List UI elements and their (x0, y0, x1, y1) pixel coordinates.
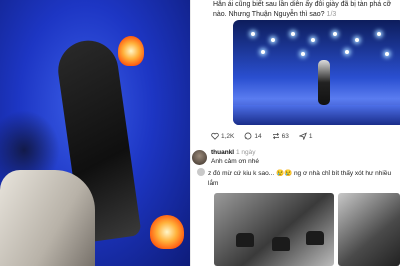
column-divider (190, 0, 191, 266)
stage-floor (233, 105, 400, 125)
post-video[interactable] (233, 20, 400, 125)
stage-light (377, 32, 381, 36)
boot-flame-top (118, 36, 144, 66)
share-button[interactable]: 1 (298, 132, 313, 140)
stage-light (271, 38, 275, 42)
stage-light (301, 52, 305, 56)
post-counter: 1/3 (326, 11, 337, 18)
reply-avatar[interactable] (197, 168, 205, 176)
threads-feed: Hắn ái cũng biết sau lần diễn ấy đôi già… (190, 0, 400, 266)
stage-light (345, 50, 349, 54)
boot-shape (236, 233, 254, 247)
comment-text: Anh cảm ơn nhé (211, 158, 259, 165)
share-icon (298, 132, 307, 140)
performer-body (0, 170, 95, 266)
stage-light (251, 32, 255, 36)
stage-light (261, 50, 265, 54)
comment-header: thuankl 1 ngày (211, 149, 255, 156)
reply-photo-shoes[interactable] (214, 193, 334, 266)
repost-count: 63 (281, 132, 289, 140)
avatar[interactable] (192, 150, 207, 165)
post-caption: Hắn ái cũng biết sau lần diễn ấy đôi già… (213, 0, 400, 20)
stage-light (355, 38, 359, 42)
like-button[interactable]: 1,2K (211, 132, 234, 140)
reply-photo-backstage[interactable] (338, 193, 400, 266)
stage-light (333, 32, 337, 36)
heart-icon (211, 132, 219, 140)
stage-light (311, 38, 315, 42)
comment-icon (244, 132, 252, 140)
post-actions: 1,2K 14 63 1 (211, 130, 312, 142)
like-count: 1,2K (221, 132, 235, 140)
video-performer (318, 60, 330, 105)
comment-time: 1 ngày (235, 149, 256, 156)
performer-photo (0, 0, 190, 266)
stage-light (291, 32, 295, 36)
stage-light (385, 52, 389, 56)
comment-username[interactable]: thuankl (211, 149, 234, 156)
boot-shape (306, 231, 324, 245)
boot-flame-bottom (150, 215, 184, 249)
boot-shape (272, 237, 290, 251)
reply-text: z đó mừ cứ kiu k sao... 😢😢 ng ơ nhà chỉ … (208, 170, 392, 187)
post-text: Hắn ái cũng biết sau lần diễn ấy đôi già… (213, 1, 392, 18)
comment-count: 14 (254, 132, 262, 140)
repost-icon (272, 132, 279, 140)
repost-button[interactable]: 63 (272, 132, 289, 140)
share-count: 1 (308, 132, 313, 140)
comment-button[interactable]: 14 (244, 132, 262, 140)
